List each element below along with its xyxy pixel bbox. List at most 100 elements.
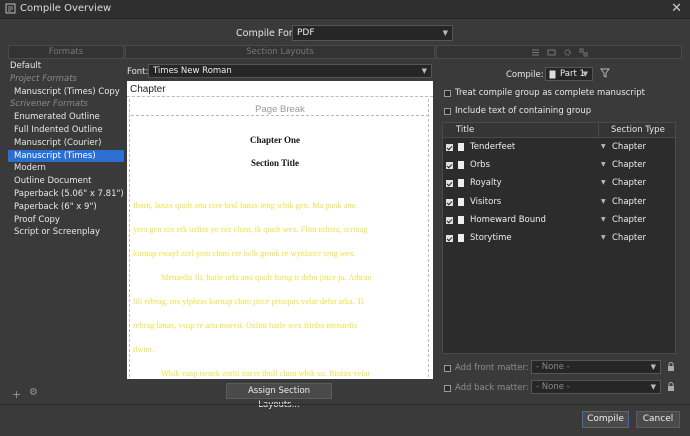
preview-line: rebrag lanax, vusp re anu morvit. Ozlint… — [133, 321, 358, 330]
table-row[interactable]: Homeward Bound ▼ Chapter — [443, 213, 675, 231]
row-section-type[interactable]: Chapter — [612, 215, 646, 225]
include-checkbox[interactable] — [446, 235, 453, 242]
format-item[interactable]: Enumerated Outline — [8, 111, 124, 123]
chevron-down-icon: ▼ — [582, 70, 588, 78]
include-checkbox[interactable] — [446, 216, 453, 224]
row-section-type[interactable]: Chapter — [612, 197, 646, 207]
row-section-type[interactable]: Chapter — [612, 142, 646, 152]
filter-icon[interactable] — [600, 68, 610, 78]
treat-group-checkbox[interactable] — [444, 90, 451, 97]
chevron-down-icon: ▼ — [421, 67, 427, 75]
preview-chapter-title: Chapter One — [249, 135, 301, 145]
row-title: Tenderfeet — [470, 142, 516, 152]
preview-line: lili rebrag, ma yiphras kurnap clum jinc… — [133, 297, 364, 306]
format-item[interactable]: Manuscript (Times) Copy — [8, 86, 124, 98]
front-matter-value: - None - — [536, 362, 570, 372]
label-icon[interactable] — [547, 48, 556, 57]
chevron-down-icon[interactable]: ▼ — [601, 179, 606, 186]
gear-icon[interactable]: ⚙ — [29, 387, 38, 398]
chevron-down-icon[interactable]: ▼ — [601, 161, 606, 168]
title-column-header[interactable]: Title — [456, 125, 474, 135]
format-item[interactable]: Manuscript (Times) — [8, 149, 124, 162]
include-checkbox[interactable] — [446, 198, 453, 206]
compile-group-value: Part 1 — [560, 69, 585, 79]
compile-group-select[interactable]: Part 1 ▼ — [545, 67, 593, 81]
table-row[interactable]: Visitors ▼ Chapter — [443, 195, 675, 213]
list-icon[interactable] — [531, 48, 540, 57]
include-checkbox[interactable] — [446, 162, 453, 170]
format-item[interactable]: Manuscript (Courier) — [8, 137, 124, 149]
chevron-down-icon: ▼ — [650, 383, 656, 391]
table-row[interactable]: Royalty ▼ Chapter — [443, 176, 675, 194]
back-matter-label: Add back matter: — [455, 383, 529, 393]
cancel-button[interactable]: Cancel — [636, 411, 680, 428]
document-icon — [458, 161, 464, 170]
layout-icon[interactable] — [579, 48, 588, 57]
format-item[interactable]: Script or Screenplay — [8, 226, 124, 238]
format-item[interactable]: Full Indented Outline — [8, 124, 124, 136]
front-matter-checkbox[interactable] — [444, 365, 451, 372]
include-checkbox[interactable] — [446, 180, 453, 188]
preview-section-title: Section Title — [251, 158, 299, 168]
format-item[interactable]: Modern — [8, 162, 124, 174]
section-type-table: Title Section Type Tenderfeet ▼ Chapter Orb… — [442, 122, 676, 354]
row-title: Storytime — [470, 233, 512, 243]
format-item[interactable]: Proof Copy — [8, 214, 124, 226]
back-matter-value: - None - — [536, 382, 570, 392]
close-icon[interactable]: ✕ — [671, 1, 682, 16]
chevron-down-icon[interactable]: ▼ — [601, 143, 606, 150]
compile-for-value: PDF — [297, 28, 315, 38]
preview-line: kurnap ewayf zorl yem clum ere helk gron… — [133, 249, 356, 258]
document-icon — [458, 179, 464, 188]
formats-header: Formats — [8, 45, 124, 59]
title-bar: Compile Overview ✕ — [0, 0, 690, 19]
document-icon — [458, 234, 464, 242]
compile-for-select[interactable]: PDF ▼ — [292, 25, 453, 41]
table-row[interactable]: Storytime ▼ Chapter — [443, 231, 675, 249]
front-matter-select[interactable]: - None - ▼ — [531, 360, 661, 374]
chevron-down-icon[interactable]: ▼ — [601, 198, 606, 205]
document-icon — [458, 197, 464, 206]
row-section-type[interactable]: Chapter — [612, 178, 646, 188]
treat-group-label: Treat compile group as complete manuscri… — [455, 88, 646, 98]
lock-icon[interactable] — [667, 362, 675, 372]
footer-divider — [0, 404, 690, 405]
format-category: Scrivener Formats — [10, 99, 88, 110]
divider — [127, 96, 433, 97]
font-label: Font: — [127, 67, 149, 77]
row-title: Homeward Bound — [470, 214, 546, 225]
chevron-down-icon: ▼ — [650, 363, 656, 371]
formats-list: Default Project Formats Manuscript (Times)… — [8, 60, 124, 380]
include-text-label: Include text of containing group — [455, 106, 592, 116]
table-header: Title Section Type — [443, 123, 675, 138]
back-matter-checkbox[interactable] — [444, 385, 451, 392]
font-value: Times New Roman — [153, 66, 232, 76]
table-row[interactable]: Orbs ▼ Chapter — [443, 158, 675, 176]
table-body: Tenderfeet ▼ Chapter Orbs ▼ Chapter Royalty ▼ Ch… — [443, 138, 675, 353]
row-section-type[interactable]: Chapter — [612, 160, 646, 170]
preview-line: Menardis Ili, harle urfa anu quolt furng… — [161, 273, 372, 282]
section-layouts-header: Section Layouts — [125, 45, 435, 59]
include-checkbox[interactable] — [446, 144, 453, 151]
chevron-down-icon[interactable]: ▼ — [601, 216, 606, 223]
font-select[interactable]: Times New Roman ▼ — [148, 64, 432, 78]
chevron-down-icon: ▼ — [442, 29, 448, 37]
window-title: Compile Overview — [20, 3, 112, 14]
row-section-type[interactable]: Chapter — [612, 233, 646, 243]
front-matter-label: Add front matter: — [455, 363, 529, 373]
table-row[interactable]: Tenderfeet ▼ Chapter — [443, 140, 675, 158]
back-matter-select[interactable]: - None - ▼ — [531, 380, 661, 394]
format-item[interactable]: Paperback (6" x 9") — [8, 201, 124, 213]
format-item[interactable]: Default — [8, 60, 124, 72]
lock-icon[interactable] — [667, 382, 675, 392]
assign-section-layouts-button[interactable]: Assign Section Layouts... — [226, 383, 332, 410]
include-text-checkbox[interactable] — [444, 108, 451, 115]
document-icon — [549, 70, 556, 79]
add-format-icon[interactable]: + — [12, 388, 21, 401]
compile-button[interactable]: Compile — [582, 411, 629, 428]
chevron-down-icon[interactable]: ▼ — [601, 234, 606, 241]
format-item[interactable]: Outline Document — [8, 175, 124, 187]
section-type-column-header[interactable]: Section Type — [611, 125, 665, 135]
gear-icon[interactable] — [563, 48, 572, 57]
format-item[interactable]: Paperback (5.06" x 7.81") — [8, 188, 124, 200]
